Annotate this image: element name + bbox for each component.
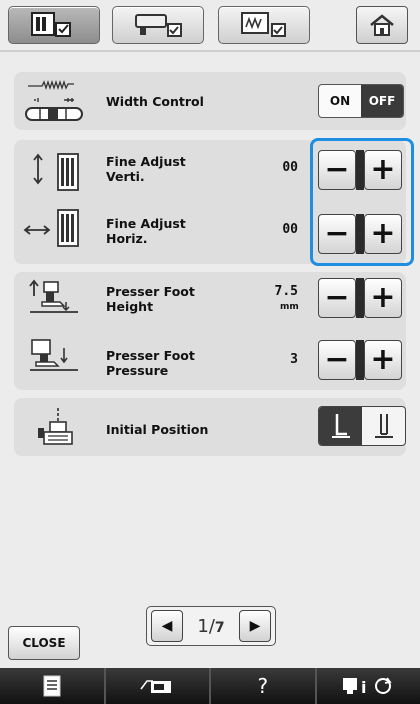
settings-page-2-icon [135, 14, 182, 37]
label-line: Horiz. [106, 231, 148, 246]
sewing-machine-icon [140, 680, 172, 693]
close-button[interactable]: CLOSE [8, 626, 80, 660]
settings-page-3-icon [241, 12, 286, 37]
presser-foot-height-icon [29, 279, 78, 313]
toggle-off[interactable]: OFF [361, 85, 403, 117]
height-minus-button[interactable]: − [318, 278, 356, 318]
presser-foot-height-unit: mm [280, 302, 299, 312]
help-icon: ? [257, 674, 269, 698]
presser-foot-pressure-value: 3 [290, 352, 298, 367]
bottom-toolbar: ? i [0, 668, 420, 704]
tab-settings-2[interactable] [112, 6, 204, 44]
label-line: Fine Adjust [106, 154, 186, 169]
fine-adjust-horizontal-icon [23, 209, 79, 247]
pressure-minus-button[interactable]: − [318, 340, 356, 380]
svg-text:i: i [361, 678, 366, 697]
width-control-toggle[interactable]: ON OFF [318, 84, 404, 118]
machine-settings-button[interactable] [105, 668, 211, 704]
fine-adjust-horiz-value: 00 [282, 222, 298, 237]
width-control-label: Width Control [106, 94, 204, 109]
foot-left-icon [331, 414, 350, 438]
notes-icon [43, 675, 61, 697]
settings-page-1-icon [31, 12, 71, 37]
page-current: 1 [197, 615, 209, 637]
initial-position-icon [38, 408, 73, 445]
fine-adjust-verti-label: Fine Adjust Verti. [106, 154, 186, 184]
presser-foot-height-value: 7.5 [274, 284, 298, 299]
label-line: Presser Foot [106, 284, 195, 299]
home-button[interactable] [356, 6, 408, 44]
page-total: 7 [214, 619, 225, 636]
fine-adjust-verti-value: 00 [282, 160, 298, 175]
label-line: Fine Adjust [106, 216, 186, 231]
tab-settings-1[interactable] [8, 6, 100, 44]
foot-center-icon [374, 414, 393, 438]
position-left-option[interactable] [319, 407, 362, 445]
button-separator [356, 340, 364, 380]
fine-adjust-vertical-icon [33, 153, 79, 191]
arrow-right-icon: ▶ [249, 618, 261, 634]
home-icon [370, 14, 394, 36]
arrow-left-icon: ◀ [161, 618, 173, 634]
presser-foot-height-label: Presser Foot Height [106, 284, 195, 314]
machine-info-icon: i [343, 677, 392, 697]
presser-foot-pressure-label: Presser Foot Pressure [106, 348, 195, 378]
initial-position-toggle[interactable] [318, 406, 406, 446]
tab-settings-3[interactable] [218, 6, 310, 44]
previous-page-button[interactable]: ◀ [151, 610, 183, 642]
position-center-option[interactable] [362, 407, 405, 445]
label-line: Verti. [106, 169, 145, 184]
presser-foot-pressure-icon [30, 339, 78, 371]
info-button[interactable]: i [316, 668, 420, 704]
initial-position-label: Initial Position [106, 422, 209, 437]
notes-button[interactable] [0, 668, 106, 704]
height-plus-button[interactable]: + [364, 278, 402, 318]
help-button[interactable]: ? [211, 668, 317, 704]
label-line: Presser Foot [106, 348, 195, 363]
divider [0, 50, 420, 52]
label-line: Height [106, 299, 154, 314]
label-line: Pressure [106, 363, 169, 378]
fine-adjust-horiz-label: Fine Adjust Horiz. [106, 216, 186, 246]
pressure-plus-button[interactable]: + [364, 340, 402, 380]
fine-adjust-highlight [310, 138, 414, 266]
toggle-on[interactable]: ON [319, 85, 361, 117]
button-separator [356, 278, 364, 318]
next-page-button[interactable]: ▶ [239, 610, 271, 642]
width-control-icon [25, 79, 83, 121]
pager: ◀ 1/7 ▶ [146, 606, 276, 646]
page-indicator: 1/7 [197, 616, 224, 637]
